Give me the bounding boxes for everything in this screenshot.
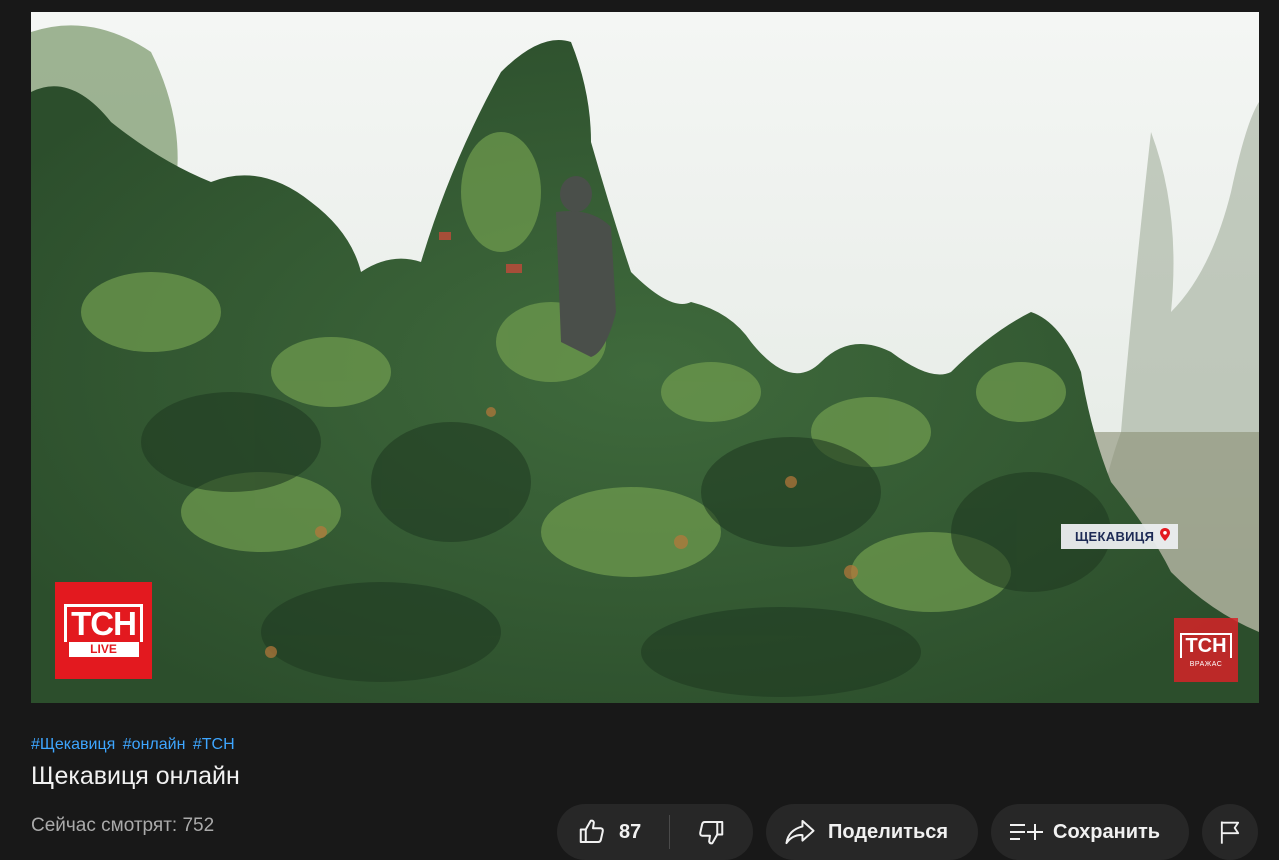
live-label: LIVE: [68, 642, 139, 657]
like-dislike-group: 87: [557, 804, 753, 860]
thumbs-down-icon: [696, 817, 726, 847]
viewer-count-text: Сейчас смотрят: 752: [31, 815, 215, 836]
flag-icon: [1216, 818, 1244, 846]
location-tag: ЩЕКАВИЦЯ: [1061, 524, 1179, 549]
video-title: Щекавиця онлайн: [31, 762, 240, 790]
hashtag-link[interactable]: #ТСН: [193, 736, 235, 753]
map-pin-icon: [1160, 527, 1171, 546]
tsn-logo-text: ТСН: [64, 604, 143, 642]
like-button[interactable]: 87: [557, 804, 669, 860]
report-button[interactable]: [1202, 804, 1258, 860]
location-text: ЩЕКАВИЦЯ: [1075, 529, 1155, 544]
viewer-count: Сейчас смотрят: 752: [31, 815, 214, 837]
tsn-corner-subtext: ВРАЖАС: [1189, 660, 1223, 668]
playlist-add-icon: [1009, 821, 1043, 843]
share-icon: [784, 818, 816, 846]
tsn-corner-text: ТСН: [1180, 632, 1232, 658]
save-button[interactable]: Сохранить: [991, 804, 1189, 860]
thumbs-up-icon: [577, 817, 607, 847]
hashtags: #Щекавиця #онлайн #ТСН: [31, 736, 238, 754]
hashtag-link[interactable]: #онлайн: [123, 736, 186, 753]
video-frame: [31, 12, 1259, 703]
video-player[interactable]: ТСН LIVE ЩЕКАВИЦЯ ТСН ВРАЖАС: [31, 12, 1259, 703]
save-label: Сохранить: [1053, 820, 1161, 843]
tsn-live-logo: ТСН LIVE: [55, 582, 152, 679]
youtube-live-page: ТСН LIVE ЩЕКАВИЦЯ ТСН ВРАЖАС #Щекавиця #…: [0, 0, 1279, 860]
like-count: 87: [619, 820, 642, 843]
share-button[interactable]: Поделиться: [766, 804, 978, 860]
tsn-corner-logo: ТСН ВРАЖАС: [1174, 618, 1238, 682]
dislike-button[interactable]: [670, 804, 752, 860]
hashtag-link[interactable]: #Щекавиця: [31, 736, 115, 753]
share-label: Поделиться: [828, 820, 949, 843]
